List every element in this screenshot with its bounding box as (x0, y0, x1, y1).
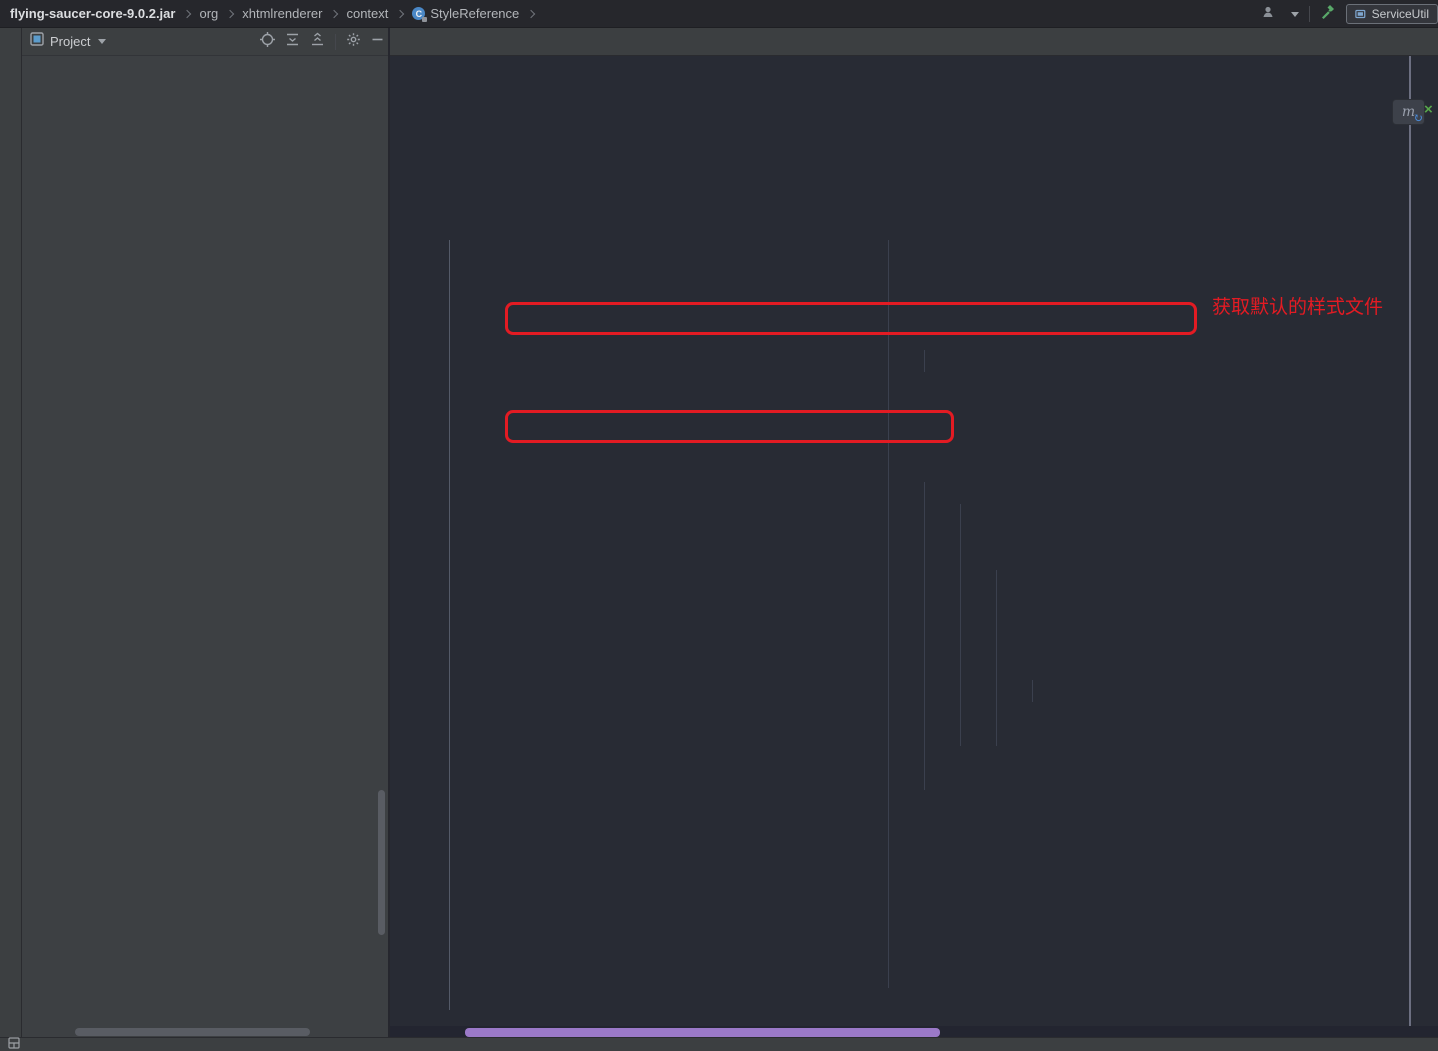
ide-window: flying-saucer-core-9.0.2.jar org xhtmlrend… (0, 0, 1438, 1051)
breadcrumb-label: org (199, 6, 218, 21)
close-icon[interactable]: × (1424, 101, 1433, 118)
breadcrumb-item[interactable]: flying-saucer-core-9.0.2.jar (10, 6, 175, 21)
panel-divider[interactable] (388, 28, 390, 1037)
sync-icon: ↻ (1413, 111, 1423, 125)
breadcrumb-separator-icon (330, 9, 338, 17)
build-hammer-icon[interactable] (1320, 4, 1336, 25)
project-icon (30, 32, 44, 51)
hide-panel-icon[interactable] (371, 33, 384, 51)
breadcrumb-label: flying-saucer-core-9.0.2.jar (10, 6, 175, 21)
breadcrumb-item[interactable]: xhtmlrenderer (242, 6, 322, 21)
breadcrumb-label: context (346, 6, 388, 21)
project-panel-title[interactable]: Project (50, 34, 90, 49)
indent-guide (1032, 680, 1033, 702)
breadcrumb-item[interactable]: C StyleReference (412, 6, 519, 21)
tool-window-switcher-icon[interactable] (8, 1037, 20, 1051)
editor-tab-bar (390, 28, 1438, 56)
indent-guide (924, 350, 925, 372)
breadcrumb-label: StyleReference (430, 6, 519, 21)
project-tree[interactable] (22, 56, 390, 1037)
breadcrumb: flying-saucer-core-9.0.2.jar org xhtmlrend… (0, 0, 1438, 28)
locate-file-icon[interactable] (260, 32, 275, 52)
breadcrumb-separator-icon (183, 9, 191, 17)
breadcrumb-label: xhtmlrenderer (242, 6, 322, 21)
collapse-all-icon[interactable] (310, 32, 325, 52)
project-view-caret[interactable] (98, 39, 106, 44)
tool-window-stripe (0, 28, 22, 1037)
breadcrumb-separator-icon (527, 9, 535, 17)
breadcrumb-separator-icon (396, 9, 404, 17)
divider (1309, 6, 1310, 22)
divider (335, 34, 336, 50)
indent-guide (924, 482, 925, 790)
expand-all-icon[interactable] (285, 32, 300, 52)
code-editor[interactable] (390, 56, 1438, 1026)
indent-guide (888, 240, 889, 988)
project-panel-header: Project (22, 28, 390, 56)
settings-gear-icon[interactable] (346, 32, 361, 52)
class-icon: C (412, 7, 425, 20)
user-icon[interactable] (1261, 5, 1277, 24)
status-bar (0, 1037, 1438, 1051)
right-margin-guide (1409, 56, 1411, 1026)
tree-vscroll-thumb[interactable] (378, 790, 385, 935)
run-configuration-label: ServiceUtil (1372, 7, 1429, 21)
indent-guide (996, 570, 997, 746)
breadcrumb-separator-icon (226, 9, 234, 17)
indent-guide (960, 504, 961, 746)
method-hint-widget[interactable]: m ↻ (1392, 99, 1425, 125)
user-dropdown-caret[interactable] (1291, 12, 1299, 17)
lock-badge (422, 17, 427, 22)
breadcrumb-item[interactable]: context (346, 6, 388, 21)
fold-range-line (449, 240, 450, 1010)
breadcrumb-item[interactable]: org (199, 6, 218, 21)
editor-hscroll-thumb[interactable] (465, 1028, 940, 1037)
tree-hscroll-thumb[interactable] (75, 1028, 310, 1036)
run-configuration-select[interactable]: ServiceUtil (1346, 4, 1438, 24)
